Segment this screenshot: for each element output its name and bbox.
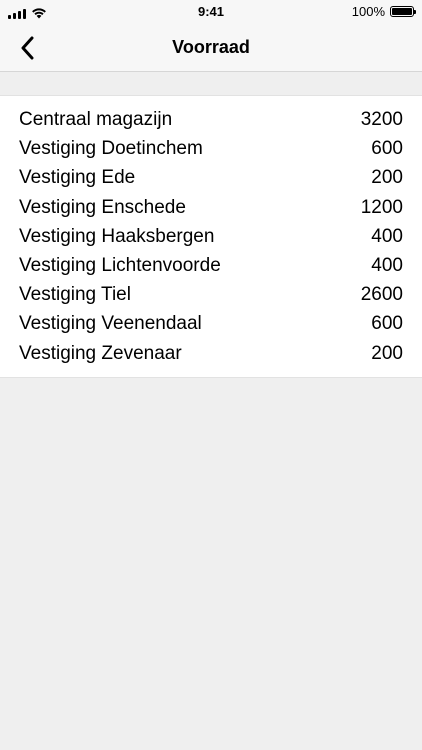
location-name: Vestiging Zevenaar [19,342,182,364]
location-name: Vestiging Doetinchem [19,138,203,160]
location-name: Vestiging Enschede [19,196,186,218]
stock-quantity: 2600 [360,284,403,306]
status-right: 100% [351,4,416,19]
battery-level [392,8,412,15]
list-item[interactable]: Vestiging Zevenaar 200 [0,339,422,368]
stock-quantity: 400 [371,225,403,247]
location-name: Vestiging Tiel [19,284,131,306]
list-item[interactable]: Vestiging Veenendaal 600 [0,309,422,338]
location-name: Centraal magazijn [19,109,173,131]
battery-cap [414,10,416,14]
stock-quantity: 600 [371,138,403,160]
stock-quantity: 200 [371,342,403,364]
list-item[interactable]: Vestiging Haaksbergen 400 [0,222,422,251]
list-item[interactable]: Vestiging Doetinchem 600 [0,134,422,163]
location-name: Vestiging Lichtenvoorde [19,255,221,277]
list-item[interactable]: Vestiging Enschede 1200 [0,193,422,222]
list-item[interactable]: Vestiging Tiel 2600 [0,280,422,309]
location-name: Vestiging Veenendaal [19,313,202,335]
stock-list: Centraal magazijn 3200 Vestiging Doetinc… [0,95,422,378]
location-name: Vestiging Ede [19,167,136,189]
battery-percent: 100% [351,4,385,19]
location-name: Vestiging Haaksbergen [19,225,215,247]
stock-quantity: 1200 [360,196,403,218]
battery-icon [390,6,416,17]
navigation-bar: Voorraad [0,24,422,72]
list-item[interactable]: Centraal magazijn 3200 [0,105,422,134]
stock-quantity: 400 [371,255,403,277]
list-item[interactable]: Vestiging Ede 200 [0,163,422,192]
stock-quantity: 3200 [360,109,403,131]
stock-quantity: 600 [371,313,403,335]
list-item[interactable]: Vestiging Lichtenvoorde 400 [0,251,422,280]
stock-quantity: 200 [371,167,403,189]
status-bar: 9:41 100% [0,0,422,24]
page-title: Voorraad [172,37,250,57]
